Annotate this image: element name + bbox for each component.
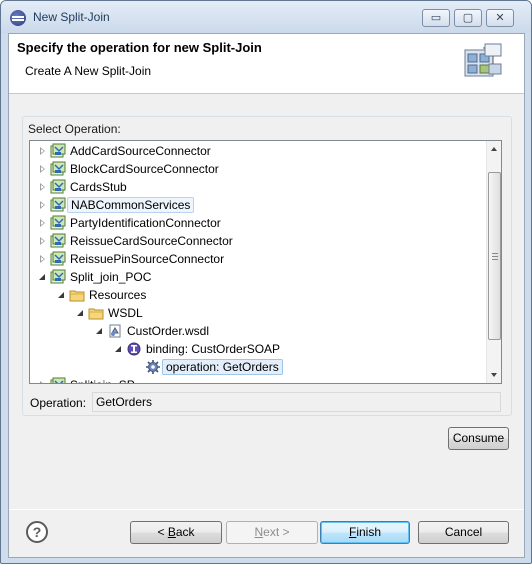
- tree-scrollbar[interactable]: [486, 141, 501, 383]
- scroll-thumb[interactable]: [488, 172, 501, 340]
- back-label: ack: [175, 525, 195, 539]
- tree-row[interactable]: Split_join_POC: [30, 268, 486, 286]
- wsdl-file-icon: [107, 323, 123, 339]
- collapsed-arrow-icon[interactable]: [39, 255, 46, 264]
- back-mnemonic: B: [167, 525, 176, 539]
- collapsed-arrow-icon[interactable]: [39, 183, 46, 192]
- tree-row[interactable]: binding: CustOrderSOAP: [30, 340, 486, 358]
- maximize-button[interactable]: ▢: [454, 9, 482, 27]
- project-icon: [50, 377, 66, 383]
- minimize-icon: ▭: [430, 12, 442, 24]
- project-icon: [50, 233, 66, 249]
- project-icon: [50, 251, 66, 267]
- operation-field: GetOrders: [92, 392, 501, 412]
- tree-row[interactable]: Splitjoin_SP: [30, 376, 486, 383]
- cancel-button[interactable]: Cancel: [418, 521, 509, 544]
- help-icon[interactable]: ?: [26, 521, 48, 543]
- operation-gear-icon: [145, 359, 161, 375]
- tree-item-label: ReissueCardSourceConnector: [70, 234, 233, 248]
- tree-row[interactable]: NABCommonServices: [30, 196, 486, 214]
- close-icon: ✕: [495, 12, 505, 24]
- back-button[interactable]: < Back: [130, 521, 222, 544]
- tree-row[interactable]: CardsStub: [30, 178, 486, 196]
- back-prefix: <: [157, 525, 168, 539]
- tree-item-label: Split_join_POC: [70, 270, 152, 284]
- collapsed-arrow-icon[interactable]: [39, 219, 46, 228]
- tree-item-label: BlockCardSourceConnector: [70, 162, 219, 176]
- operation-label: Operation:: [30, 396, 87, 410]
- tree-row[interactable]: ReissuePinSourceConnector: [30, 250, 486, 268]
- project-icon: [50, 143, 66, 159]
- project-icon: [50, 269, 66, 285]
- collapsed-arrow-icon[interactable]: [39, 201, 46, 210]
- next-button[interactable]: Next >: [226, 521, 318, 544]
- next-mnemonic: N: [254, 525, 264, 539]
- expanded-arrow-icon[interactable]: [39, 273, 46, 282]
- tree-item-label: binding: CustOrderSOAP: [146, 342, 281, 356]
- split-join-wizard-icon: [464, 43, 502, 77]
- tree-row[interactable]: Resources: [30, 286, 486, 304]
- collapsed-arrow-icon[interactable]: [39, 381, 46, 383]
- grip-icon: [492, 253, 498, 260]
- close-button[interactable]: ✕: [486, 9, 514, 27]
- project-icon: [50, 197, 66, 213]
- tree-row[interactable]: PartyIdentificationConnector: [30, 214, 486, 232]
- finish-label: inish: [356, 525, 382, 539]
- scroll-down-arrow-icon[interactable]: [487, 367, 501, 383]
- tree-row[interactable]: operation: GetOrders: [30, 358, 486, 376]
- tree-item-label: operation: GetOrders: [162, 359, 283, 375]
- title-bar[interactable]: New Split-Join ▭ ▢ ✕: [1, 1, 531, 33]
- tree-row[interactable]: AddCardSourceConnector: [30, 142, 486, 160]
- tree-item-label: WSDL: [108, 306, 143, 320]
- project-icon: [50, 215, 66, 231]
- tree-item-label: ReissuePinSourceConnector: [70, 252, 225, 266]
- expanded-arrow-icon[interactable]: [77, 309, 84, 318]
- folder-icon: [69, 287, 85, 303]
- maximize-icon: ▢: [462, 12, 474, 24]
- tree-item-label: Splitjoin_SP: [67, 378, 138, 383]
- consume-button[interactable]: Consume: [448, 427, 509, 450]
- page-subtitle: Create A New Split-Join: [25, 64, 152, 78]
- project-icon: [50, 179, 66, 195]
- collapsed-arrow-icon[interactable]: [39, 237, 46, 246]
- eclipse-app-icon: [10, 10, 26, 26]
- expanded-arrow-icon[interactable]: [96, 327, 103, 336]
- page-title: Specify the operation for new Split-Join: [17, 40, 262, 55]
- tree-row[interactable]: BlockCardSourceConnector: [30, 160, 486, 178]
- dialog-client-area: Specify the operation for new Split-Join…: [8, 33, 525, 558]
- operation-tree[interactable]: AddCardSourceConnector BlockCardSourceCon…: [29, 140, 502, 384]
- tree-viewport: AddCardSourceConnector BlockCardSourceCon…: [30, 141, 486, 383]
- tree-item-label: CardsStub: [70, 180, 127, 194]
- tree-item-label: AddCardSourceConnector: [70, 144, 211, 158]
- tree-row[interactable]: WSDL: [30, 304, 486, 322]
- binding-icon: [126, 341, 142, 357]
- minimize-button[interactable]: ▭: [422, 9, 450, 27]
- tree-row[interactable]: ReissueCardSourceConnector: [30, 232, 486, 250]
- dialog-window: New Split-Join ▭ ▢ ✕ Specify the operati…: [0, 0, 532, 564]
- expanded-arrow-icon[interactable]: [115, 345, 122, 354]
- tree-item-label: NABCommonServices: [67, 197, 195, 213]
- tree-item-label: Resources: [89, 288, 147, 302]
- collapsed-arrow-icon[interactable]: [39, 147, 46, 156]
- button-bar-separator: [9, 509, 524, 510]
- expanded-arrow-icon[interactable]: [58, 291, 65, 300]
- window-title: New Split-Join: [33, 10, 110, 24]
- tree-item-label: CustOrder.wsdl: [127, 324, 210, 338]
- collapsed-arrow-icon[interactable]: [39, 165, 46, 174]
- tree-row[interactable]: CustOrder.wsdl: [30, 322, 486, 340]
- next-label: ext >: [263, 525, 290, 539]
- project-icon: [50, 161, 66, 177]
- wizard-header: Specify the operation for new Split-Join…: [9, 34, 524, 94]
- scroll-up-arrow-icon[interactable]: [487, 141, 501, 157]
- finish-button[interactable]: Finish: [320, 521, 410, 544]
- folder-icon: [88, 305, 104, 321]
- tree-item-label: PartyIdentificationConnector: [70, 216, 221, 230]
- select-operation-label: Select Operation:: [28, 122, 121, 136]
